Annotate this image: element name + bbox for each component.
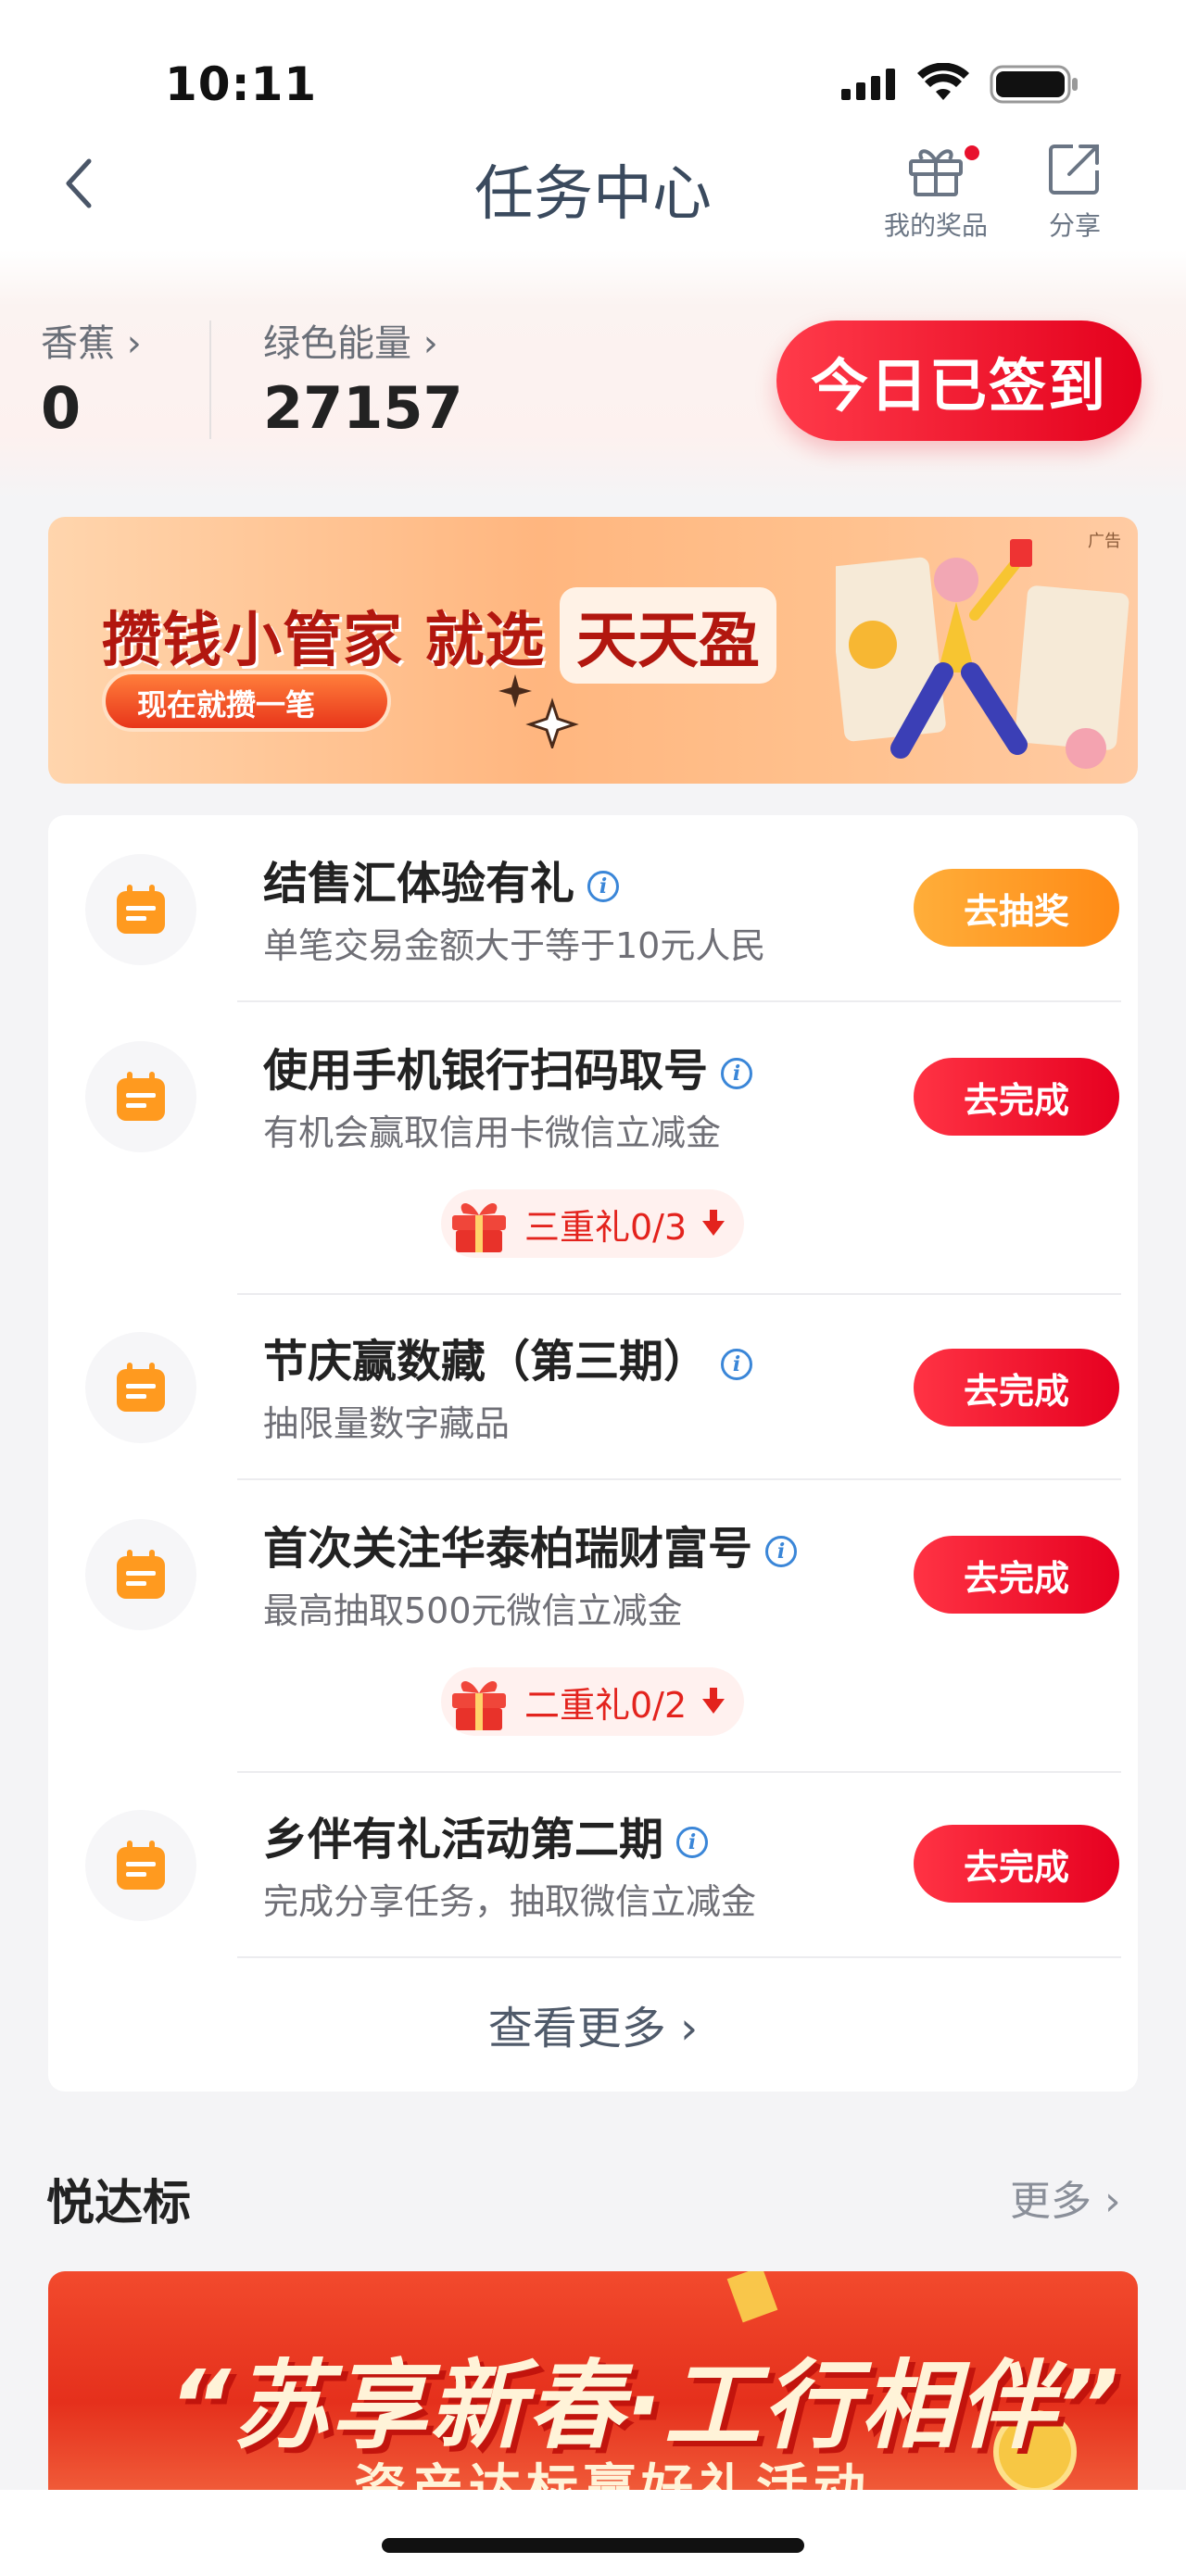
gift-progress-text: 二重礼0/2 [524,1684,688,1726]
share-icon [1049,145,1099,195]
task-title-text: 乡伴有礼活动第二期 [263,1814,664,1866]
notification-dot [962,143,982,163]
task-title-text: 使用手机银行扫码取号 [263,1045,709,1097]
wifi-icon [917,62,969,102]
task-title: 结售汇体验有礼 i [263,847,620,911]
share-button[interactable]: 分享 [1028,141,1121,243]
banana-label: 香蕉 [41,322,115,365]
sparkle-icon [497,665,580,752]
chevron-right-icon: › [680,2003,699,2055]
section-more-link[interactable]: 更多 › [1010,2168,1121,2227]
info-icon[interactable]: i [587,871,620,902]
green-energy-value: 27157 [263,374,463,442]
task-center-page: { "status_bar": {"time": "10:11"}, "nav"… [0,0,1186,2576]
promo-title: “苏享新春·工行相伴” [169,2349,1121,2462]
calendar-icon [85,1332,196,1443]
task-desc: 单笔交易金额大于等于10元人民 [263,925,766,966]
calendar-icon [85,1810,196,1921]
home-indicator[interactable] [382,2538,804,2553]
complete-button[interactable]: 去完成 [914,1825,1119,1903]
see-more-label: 查看更多 [487,2003,666,2055]
gift-icon [909,149,963,196]
info-icon[interactable]: i [676,1827,709,1858]
promo-subtitle: 资产达标赢好礼活动 [354,2459,871,2490]
signal-icon [841,69,901,100]
info-icon[interactable]: i [765,1536,798,1567]
chevron-right-icon: › [1104,2178,1121,2225]
calendar-icon [85,1041,196,1152]
promo-banner[interactable]: “苏享新春·工行相伴” 资产达标赢好礼活动 [48,2271,1138,2490]
task-desc: 有机会赢取信用卡微信立减金 [263,1112,722,1153]
mascot-illustration [827,534,1132,776]
page-title: 任务中心 [474,160,712,229]
task-title-text: 结售汇体验有礼 [263,858,575,910]
ad-banner[interactable]: 广告 攒钱小管家 就选 天天盈 现在就攒一笔 [48,517,1138,784]
gift-progress-text: 三重礼0/3 [524,1206,688,1248]
draw-button[interactable]: 去抽奖 [914,869,1119,947]
banana-value: 0 [41,374,82,442]
gift-box-icon [452,1680,506,1730]
green-energy-stat[interactable]: 绿色能量 › 27157 [263,313,463,442]
divider [237,1478,1121,1480]
bottom-safe-area [0,2490,1186,2576]
gift-progress-pill[interactable]: 二重礼0/2 [441,1667,745,1736]
task-title: 节庆赢数藏（第三期） i [263,1325,753,1389]
task-title: 使用手机银行扫码取号 i [263,1034,753,1099]
banner-headline: 攒钱小管家 就选 [102,607,546,675]
arrow-down-icon [700,1210,727,1238]
divider [237,1293,1121,1295]
arrow-down-icon [700,1688,727,1715]
task-title: 乡伴有礼活动第二期 i [263,1803,709,1867]
section-title: 悦达标 [46,2176,192,2231]
section-more-label: 更多 [1010,2178,1091,2225]
signed-in-button[interactable]: 今日已签到 [776,320,1142,441]
task-desc: 抽限量数字藏品 [263,1403,511,1444]
banner-cta-button[interactable]: 现在就攒一笔 [102,671,391,732]
chevron-right-icon: › [423,322,438,365]
info-icon[interactable]: i [721,1058,753,1089]
gift-progress-pill[interactable]: 三重礼0/3 [441,1189,745,1258]
calendar-icon [85,1519,196,1630]
share-label: 分享 [1048,210,1101,241]
task-title-text: 首次关注华泰柏瑞财富号 [263,1523,753,1575]
info-icon[interactable]: i [721,1349,753,1380]
banana-stat[interactable]: 香蕉 › 0 [41,313,142,442]
green-energy-label: 绿色能量 [263,322,411,365]
divider [237,1956,1121,1958]
my-prizes-label: 我的奖品 [883,210,988,241]
battery-icon [990,65,1080,104]
calendar-icon [85,854,196,965]
chevron-right-icon: › [126,322,142,365]
ribbon-decoration [726,2271,778,2323]
divider [237,1771,1121,1773]
see-more-link[interactable]: 查看更多 › [0,1992,1186,2056]
task-desc: 完成分享任务，抽取微信立减金 [263,1881,757,1922]
complete-button[interactable]: 去完成 [914,1536,1119,1614]
task-title: 首次关注华泰柏瑞财富号 i [263,1512,798,1577]
divider [237,1000,1121,1002]
complete-button[interactable]: 去完成 [914,1349,1119,1426]
complete-button[interactable]: 去完成 [914,1058,1119,1136]
task-desc: 最高抽取500元微信立减金 [263,1590,683,1631]
gift-box-icon [452,1202,506,1252]
stats-divider [209,320,211,439]
status-time: 10:11 [165,57,318,111]
task-title-text: 节庆赢数藏（第三期） [263,1336,709,1388]
banner-brand: 天天盈 [560,587,776,684]
